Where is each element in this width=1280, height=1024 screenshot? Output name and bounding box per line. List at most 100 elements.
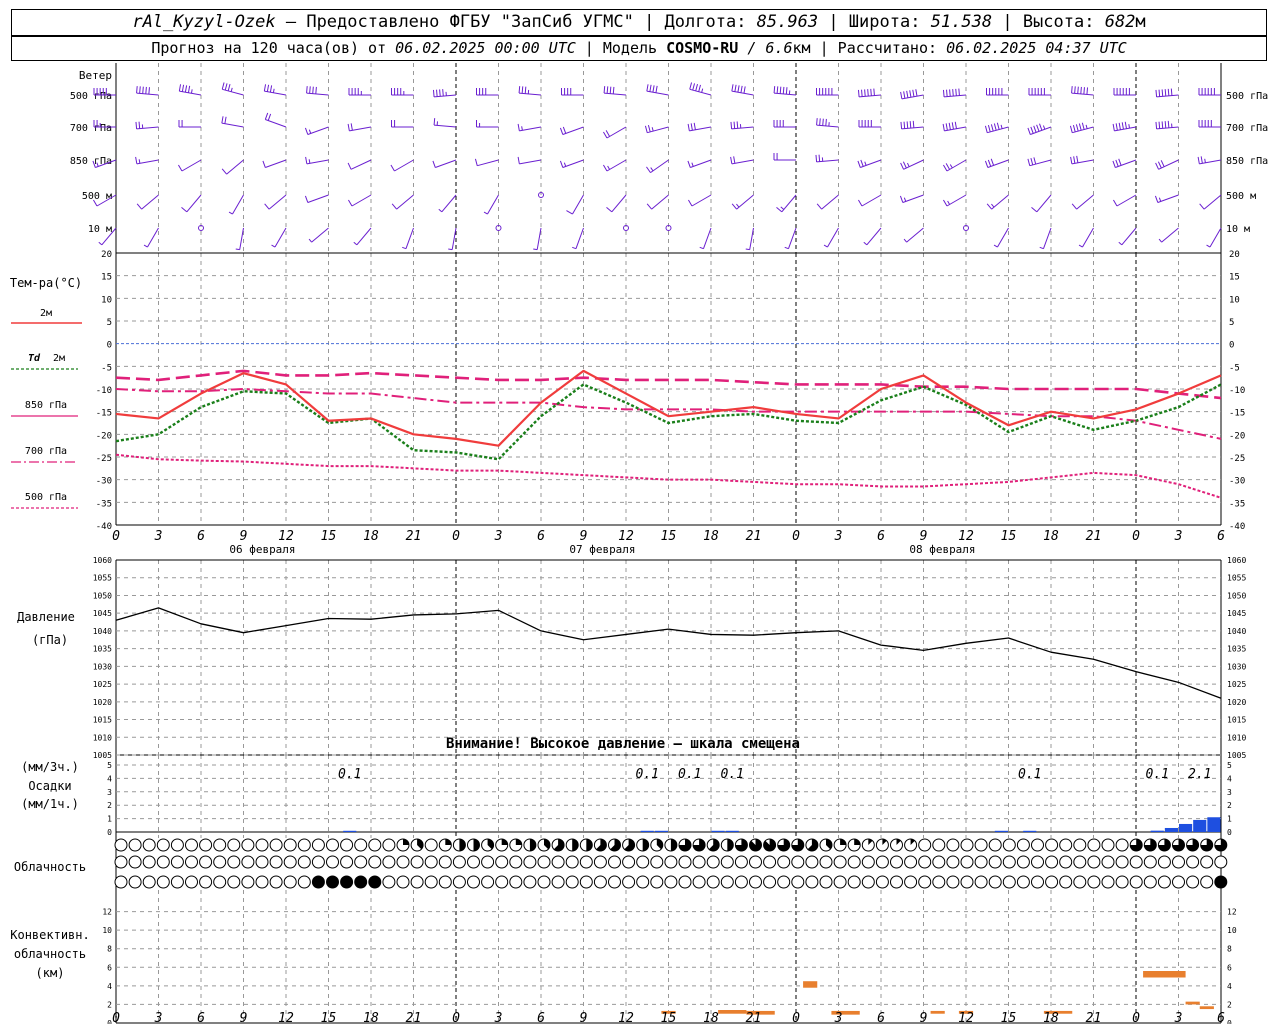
wind-barb-feather xyxy=(264,203,270,210)
wind-barb-feather xyxy=(566,210,573,215)
wind-barb-feather xyxy=(181,84,185,92)
conv-cloud-bar xyxy=(1199,1006,1214,1010)
time-tick-label: 21 xyxy=(406,529,422,544)
pressure-tick-right: 1015 xyxy=(1227,716,1246,725)
wind-barb-feather xyxy=(900,162,905,170)
time-tick-label-bottom: 15 xyxy=(661,1011,677,1024)
wind-level-label-right: 850 гПа xyxy=(1226,156,1268,167)
temp-tick-left: 20 xyxy=(101,250,112,260)
cloud-symbol xyxy=(481,855,495,869)
precip-bar xyxy=(1179,823,1193,832)
wind-barb-feather xyxy=(308,129,312,134)
day-label: 07 февраля xyxy=(569,543,635,556)
cloud-symbol xyxy=(833,855,847,869)
wind-barb-feather xyxy=(563,162,567,167)
wind-barb-feather xyxy=(784,246,789,250)
cloud-symbol xyxy=(819,875,833,889)
conv-tick-left: 2 xyxy=(107,1000,112,1009)
wind-barb-feather xyxy=(432,89,435,97)
pressure-tick-left: 1010 xyxy=(93,733,112,742)
time-tick-label: 3 xyxy=(834,529,843,544)
wind-barb-feather xyxy=(733,121,736,129)
cloud-symbol xyxy=(791,875,805,889)
cloud-symbol xyxy=(297,875,311,889)
wind-barb-feather xyxy=(474,158,478,166)
time-tick-label-bottom: 21 xyxy=(406,1011,422,1024)
cloud-symbol xyxy=(396,875,410,889)
conv-legend-title-1: Конвективн. xyxy=(10,928,89,942)
cloud-symbol xyxy=(424,875,438,889)
temp-legend-title: Тем-ра(°C) xyxy=(10,276,82,290)
wind-barb-feather xyxy=(864,89,866,97)
wind-barb-feather xyxy=(1042,125,1046,130)
wind-barb xyxy=(274,227,287,248)
conv-tick-left: 10 xyxy=(102,926,112,935)
wind-barb-feather xyxy=(946,89,948,97)
pressure-tick-left: 1040 xyxy=(93,627,112,636)
precipitation-panel: 5 5 4 4 3 3 2 2 1 1 0 0 0.1 0.1 0.1 0.1 0.1 0.1 2.1 xyxy=(107,761,1232,837)
precip-bar xyxy=(994,830,1008,832)
time-tick-label-bottom: 18 xyxy=(363,1011,379,1024)
wind-barb xyxy=(396,194,414,210)
wind-barb-feather xyxy=(438,208,443,213)
wind-barb xyxy=(307,194,329,203)
wind-barb-feather xyxy=(1124,121,1127,129)
wind-barb-feather xyxy=(646,166,651,173)
time-tick-label: 0 xyxy=(792,529,800,544)
wind-barb-feather xyxy=(816,203,823,210)
temp-tick-left: -40 xyxy=(96,522,112,532)
wind-barb-feather xyxy=(1073,156,1076,164)
wind-barb-feather xyxy=(304,127,309,135)
wind-barb-feather xyxy=(533,248,538,251)
wind-barb-feather xyxy=(98,241,103,246)
wind-barb-feather xyxy=(867,89,869,97)
wind-barb-feather xyxy=(906,90,909,98)
cloud-symbol xyxy=(1172,855,1185,869)
cloud-symbol xyxy=(114,875,128,889)
wind-barb xyxy=(736,194,754,210)
cloud-symbol xyxy=(1157,875,1171,889)
pressure-tick-left: 1005 xyxy=(93,751,112,760)
cloud-symbol xyxy=(297,855,311,869)
pressure-tick-left: 1015 xyxy=(93,716,112,725)
wind-barb-feather xyxy=(1076,155,1079,163)
cloud-symbol xyxy=(241,855,255,869)
wind-barb-feather xyxy=(1078,123,1082,131)
wind-barb xyxy=(147,227,159,248)
cloud-symbol xyxy=(664,875,678,889)
cloud-symbol xyxy=(847,875,861,889)
cloud-symbol xyxy=(396,855,410,869)
wind-barb-feather xyxy=(900,91,903,99)
temp-tick-left: -15 xyxy=(96,409,112,419)
cloud-symbol xyxy=(227,875,241,889)
pressure-tick-right: 1035 xyxy=(1227,645,1246,654)
wind-barb-feather xyxy=(402,246,407,250)
wind-barb xyxy=(946,194,967,207)
wind-barb xyxy=(647,126,669,134)
wind-barb-feather xyxy=(864,161,867,166)
wind-barb-feather xyxy=(1121,122,1124,130)
conv-tick-left: 12 xyxy=(102,908,112,917)
wind-barb-feather xyxy=(1027,127,1031,135)
pressure-tick-right: 1050 xyxy=(1227,591,1246,600)
wind-barb-feather xyxy=(691,162,694,167)
cloud-fill xyxy=(854,839,861,845)
cloud-symbol xyxy=(128,838,142,852)
wind-barb-feather xyxy=(1164,89,1167,97)
wind-barb-feather xyxy=(912,120,915,128)
wind-barb xyxy=(906,227,924,243)
cloud-symbol xyxy=(297,838,311,852)
wind-barb-feather xyxy=(308,159,311,164)
temp-tick-left: -20 xyxy=(96,431,112,441)
cloud-symbol xyxy=(1045,855,1059,869)
wind-barb xyxy=(1076,194,1094,210)
wind-barb-feather xyxy=(861,89,863,97)
cloud-symbol xyxy=(664,855,678,869)
precip-tick-left: 0 xyxy=(107,828,112,837)
precip-3h-label: 0.1 xyxy=(338,767,361,782)
precip-tick-left: 4 xyxy=(107,774,112,783)
wind-barb-feather xyxy=(181,206,188,213)
cloud-symbol xyxy=(1016,855,1030,869)
cloud-symbol xyxy=(1115,838,1129,852)
cloud-symbol xyxy=(678,855,692,869)
